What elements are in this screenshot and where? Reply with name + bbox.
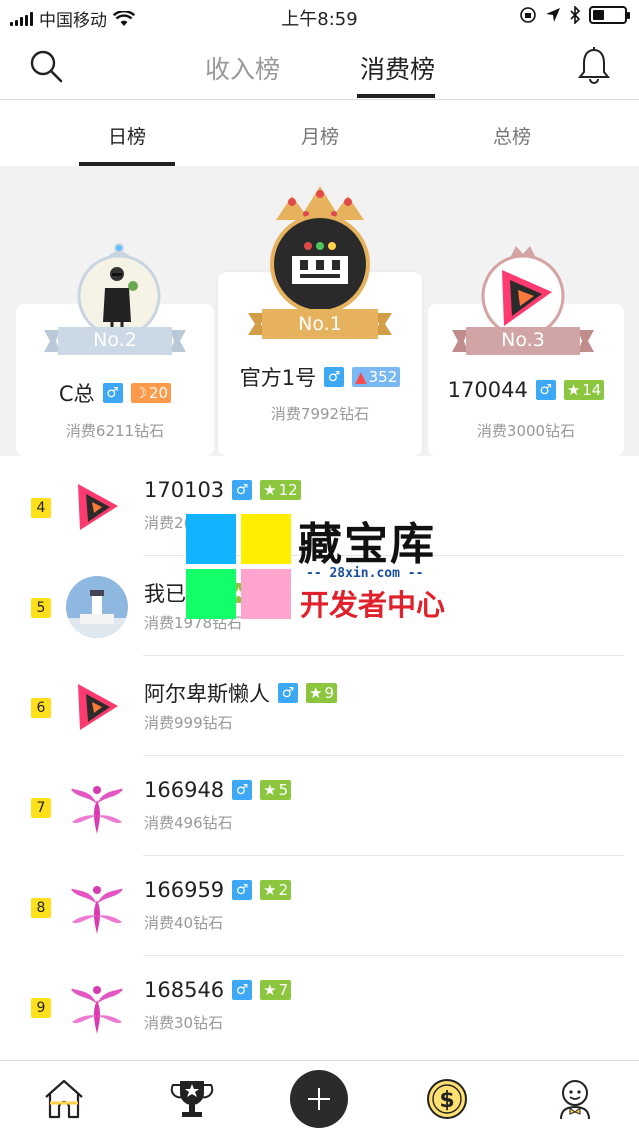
rank-badge-third: No.3 xyxy=(501,329,545,351)
search-icon[interactable] xyxy=(28,48,64,84)
list-item[interactable]: 9 168546 ♂ ★ 7 消费30钻石 xyxy=(0,956,639,1056)
male-icon: ♂ xyxy=(232,780,253,800)
level-badge: ★ 5 xyxy=(260,780,292,800)
watermark-square xyxy=(186,569,236,619)
bottom-tab-bar: $ xyxy=(0,1060,639,1136)
tab-daily[interactable]: 日榜 xyxy=(67,122,187,149)
user-name: 官方1号 xyxy=(239,366,317,390)
moon-icon: ☽ xyxy=(133,384,148,402)
rank-number: 9 xyxy=(31,998,51,1018)
male-icon: ♂ xyxy=(232,980,253,1000)
top-nav: 收入榜 消费榜 xyxy=(0,32,639,100)
avatar xyxy=(66,976,128,1038)
spend-label: 消费30钻石 xyxy=(144,1014,224,1032)
watermark-title: 藏宝库 xyxy=(298,519,436,570)
podium-first-info: 官方1号 ♂ ▲ 352 xyxy=(218,362,422,392)
rank-ribbon-second: No.2 xyxy=(44,326,186,356)
male-icon: ♂ xyxy=(232,880,253,900)
avatar xyxy=(66,576,128,638)
tab-consumption[interactable]: 消费榜 xyxy=(360,50,435,86)
coin-icon[interactable]: $ xyxy=(425,1077,469,1121)
podium-second-info: C总 ♂ ☽ 20 xyxy=(16,378,214,408)
spend-label: 消费999钻石 xyxy=(144,714,233,732)
watermark-square xyxy=(186,514,236,564)
orientation-lock-icon xyxy=(520,7,536,23)
period-tabs: 日榜 月榜 总榜 xyxy=(0,100,639,166)
gold-crown-frame xyxy=(270,186,370,314)
tab-income[interactable]: 收入榜 xyxy=(205,50,280,86)
plus-icon xyxy=(308,1088,330,1110)
spend-label: 消费6211钻石 xyxy=(65,422,165,440)
add-button[interactable] xyxy=(290,1070,348,1128)
status-bar: 中国移动 上午8:59 xyxy=(0,0,639,32)
spend-label: 消费2( xyxy=(144,514,190,532)
tab-monthly[interactable]: 月榜 xyxy=(260,122,380,149)
level-badge: ★ 14 xyxy=(563,380,605,400)
level-badge: ☽ 20 xyxy=(130,383,172,403)
user-name: 166959 xyxy=(144,878,225,902)
watermark: 藏宝库 -- 28xin.com -- 开发者中心 xyxy=(186,514,456,622)
svg-text:$: $ xyxy=(439,1088,454,1113)
star-icon: ★ xyxy=(263,981,277,999)
user-name: C总 xyxy=(58,382,95,406)
rank-number: 5 xyxy=(31,598,51,618)
bell-icon[interactable] xyxy=(577,46,611,84)
location-icon xyxy=(546,8,560,22)
male-icon: ♂ xyxy=(102,383,123,403)
watermark-url: -- 28xin.com -- xyxy=(306,566,424,581)
trophy-icon[interactable] xyxy=(170,1077,214,1121)
list-item[interactable]: 8 166959 ♂ ★ 2 消费40钻石 xyxy=(0,856,639,956)
level-badge: ★ 9 xyxy=(306,683,337,703)
spend-label: 消费40钻石 xyxy=(144,914,224,932)
male-icon: ♂ xyxy=(232,480,253,500)
watermark-subtitle: 开发者中心 xyxy=(300,588,446,622)
battery-icon xyxy=(589,6,630,24)
avatar xyxy=(66,876,128,938)
watermark-square xyxy=(241,514,291,564)
avatar xyxy=(274,218,366,310)
level-badge: ▲ 352 xyxy=(352,367,401,387)
active-tab-indicator xyxy=(357,94,435,98)
rank-number: 7 xyxy=(31,798,51,818)
star-icon: ★ xyxy=(263,881,277,899)
rank-badge-second: No.2 xyxy=(93,329,137,351)
rank-number: 8 xyxy=(31,898,51,918)
star-icon: ★ xyxy=(309,684,323,702)
avatar xyxy=(66,776,128,838)
male-icon: ♂ xyxy=(278,683,298,703)
watermark-square xyxy=(241,569,291,619)
spend-label: 消费496钻石 xyxy=(144,814,233,832)
spend-label: 消费7992钻石 xyxy=(270,405,370,423)
spend-label: 消费3000钻石 xyxy=(476,422,576,440)
level-badge: ★2 xyxy=(260,880,292,900)
profile-icon[interactable] xyxy=(553,1077,597,1121)
user-name: 阿尔卑斯懒人 xyxy=(144,682,270,706)
tab-total[interactable]: 总榜 xyxy=(452,122,572,149)
user-name: 168546 xyxy=(144,978,225,1002)
user-name: 166948 xyxy=(144,778,225,802)
avatar xyxy=(66,676,128,738)
star-icon: ★ xyxy=(263,481,277,499)
star-icon: ★ xyxy=(263,781,277,799)
male-icon: ♂ xyxy=(535,380,556,400)
rank-ribbon-first: No.1 xyxy=(248,308,392,340)
home-icon[interactable] xyxy=(42,1077,86,1121)
male-icon: ♂ xyxy=(324,367,345,387)
podium-third-info: 170044 ♂ ★ 14 xyxy=(428,378,624,402)
user-name: 170103 xyxy=(144,478,225,502)
rank-number: 4 xyxy=(31,498,51,518)
ship-icon: ▲ xyxy=(355,368,367,386)
user-name: 170044 xyxy=(447,378,528,402)
level-badge: ★ 12 xyxy=(260,480,301,500)
rank-number: 6 xyxy=(31,698,51,718)
bluetooth-icon xyxy=(570,6,581,24)
list-item[interactable]: 7 166948 ♂ ★ 5 消费496钻石 xyxy=(0,756,639,856)
rank-ribbon-third: No.3 xyxy=(452,326,594,356)
level-badge: ★ 7 xyxy=(260,980,292,1000)
list-item[interactable]: 6 阿尔卑斯懒人 ♂ ★ 9 消费999钻石 xyxy=(0,656,639,756)
avatar xyxy=(66,476,128,538)
rank-badge-first: No.1 xyxy=(298,313,342,335)
podium: No.2 No.1 No.3 C总 ♂ ☽ 20 消费6211钻石 官方1号 ♂… xyxy=(0,166,639,456)
star-icon: ★ xyxy=(566,381,581,399)
